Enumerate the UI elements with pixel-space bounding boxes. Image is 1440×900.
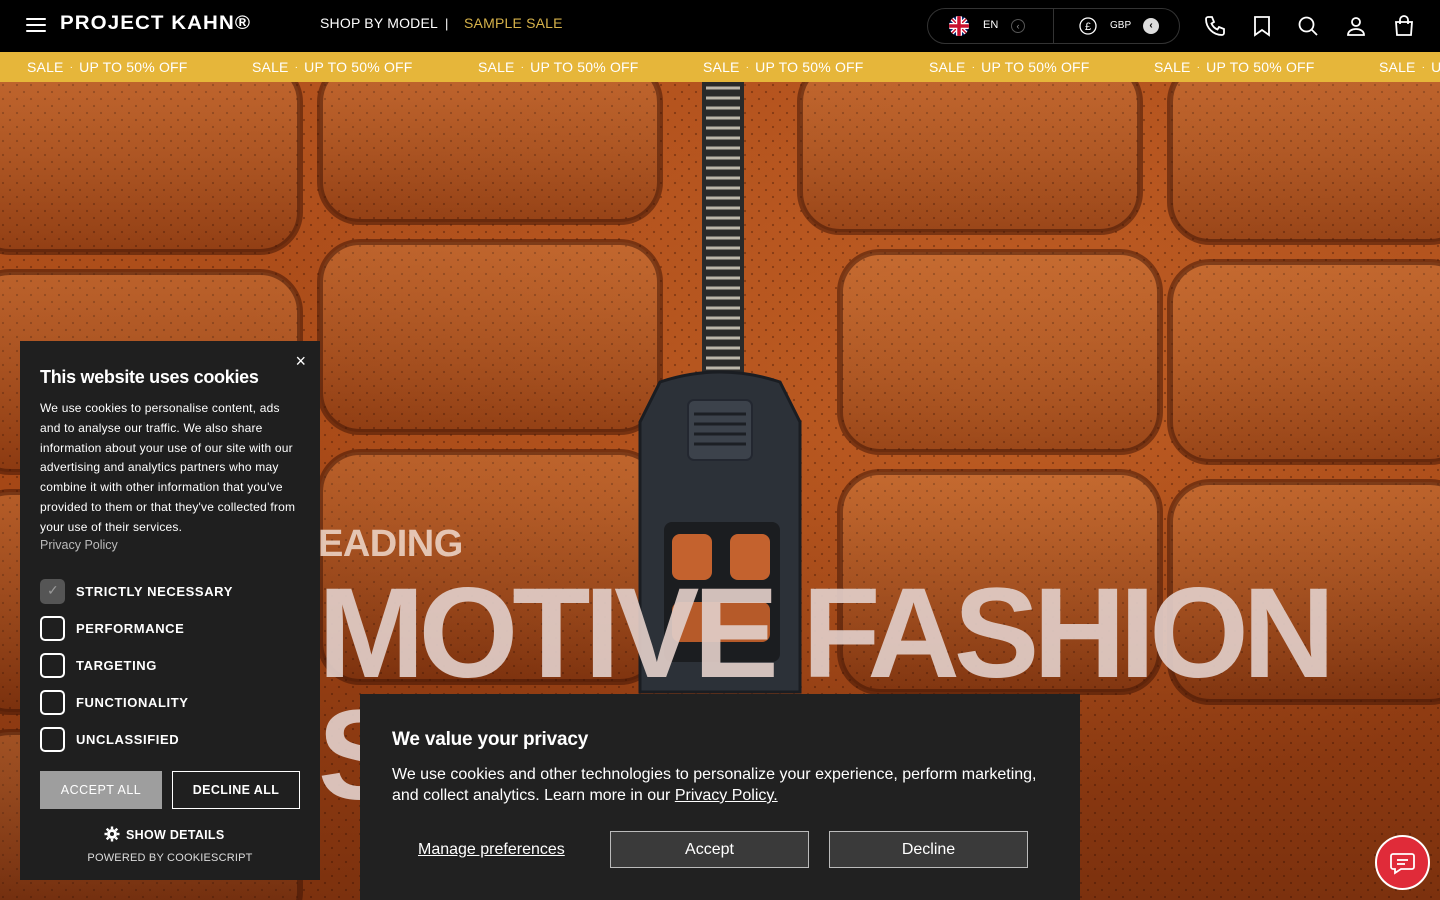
hero-kicker: EADING (318, 523, 463, 565)
checkbox[interactable] (40, 616, 65, 641)
sale-marquee[interactable]: SALE · UP TO 50% OFF SALE · UP TO 50% OFF SA… (0, 52, 1440, 82)
nav-separator: | (445, 16, 449, 31)
marquee-item: SALE · U (1379, 59, 1440, 75)
account-icon[interactable] (1344, 14, 1368, 38)
chat-button[interactable] (1375, 835, 1430, 890)
manage-preferences-link[interactable]: Manage preferences (418, 841, 565, 859)
marquee-item: SALE · UP TO 50% OFF (27, 59, 188, 75)
marquee-item: SALE · UP TO 50% OFF (252, 59, 413, 75)
privacy-banner: We value your privacy We use cookies and… (360, 694, 1080, 900)
marquee-item: SALE · UP TO 50% OFF (929, 59, 1090, 75)
show-details-button[interactable]: SHOW DETAILS (104, 826, 225, 842)
chat-icon (1390, 853, 1415, 875)
checkbox[interactable] (40, 579, 65, 604)
language-label[interactable]: EN (983, 19, 998, 31)
menu-icon[interactable] (26, 18, 46, 34)
currency-chevron-icon[interactable]: ‹ (1143, 18, 1159, 34)
powered-by-link[interactable]: POWERED BY COOKIESCRIPT (20, 852, 320, 864)
cookie-option-label: PERFORMANCE (76, 621, 185, 636)
uk-flag-icon (949, 16, 969, 36)
decline-button[interactable]: Decline (829, 831, 1028, 868)
nav-sample-sale[interactable]: SAMPLE SALE (464, 15, 563, 31)
pill-divider (1053, 9, 1054, 43)
hero-headline: MOTIVE FASHION (318, 562, 1335, 705)
cookie-option-label: TARGETING (76, 658, 157, 673)
cookie-option-label: FUNCTIONALITY (76, 695, 189, 710)
decline-all-button[interactable]: DECLINE ALL (172, 771, 300, 809)
currency-label[interactable]: GBP (1110, 20, 1131, 31)
bookmark-icon[interactable] (1250, 14, 1274, 38)
bag-icon[interactable] (1392, 14, 1416, 38)
phone-icon[interactable] (1204, 14, 1228, 38)
marquee-item: SALE · UP TO 50% OFF (1154, 59, 1315, 75)
close-icon[interactable]: × (295, 351, 306, 372)
top-header: PROJECT KAHN® SHOP BY MODEL | SAMPLE SAL… (0, 0, 1440, 52)
cookie-option-label: STRICTLY NECESSARY (76, 584, 233, 599)
privacy-banner-text: We use cookies and other technologies to… (392, 766, 1037, 804)
marquee-item: SALE · UP TO 50% OFF (703, 59, 864, 75)
cookie-consent-panel: × This website uses cookies We use cooki… (20, 341, 320, 880)
svg-text:£: £ (1085, 21, 1091, 33)
search-icon[interactable] (1296, 14, 1320, 38)
accept-all-button[interactable]: ACCEPT ALL (40, 771, 162, 809)
privacy-banner-title: We value your privacy (392, 729, 589, 750)
gear-icon (104, 826, 120, 842)
logo[interactable]: PROJECT KAHN® (60, 13, 251, 35)
cookie-panel-title: This website uses cookies (40, 367, 259, 387)
language-chevron-icon[interactable]: ‹ (1011, 19, 1025, 33)
nav-shop-by-model[interactable]: SHOP BY MODEL (320, 15, 438, 31)
marquee-item: SALE · UP TO 50% OFF (478, 59, 639, 75)
privacy-policy-link[interactable]: Privacy Policy. (675, 787, 778, 804)
privacy-policy-link[interactable]: Privacy Policy (40, 538, 118, 552)
checkbox[interactable] (40, 727, 65, 752)
cookie-panel-body: We use cookies to personalise content, a… (40, 401, 296, 534)
cookie-option-label: UNCLASSIFIED (76, 732, 180, 747)
checkbox[interactable] (40, 653, 65, 678)
locale-selector: EN ‹ £ GBP ‹ (927, 8, 1180, 44)
checkbox[interactable] (40, 690, 65, 715)
pound-currency-icon: £ (1079, 17, 1097, 35)
accept-button[interactable]: Accept (610, 831, 809, 868)
